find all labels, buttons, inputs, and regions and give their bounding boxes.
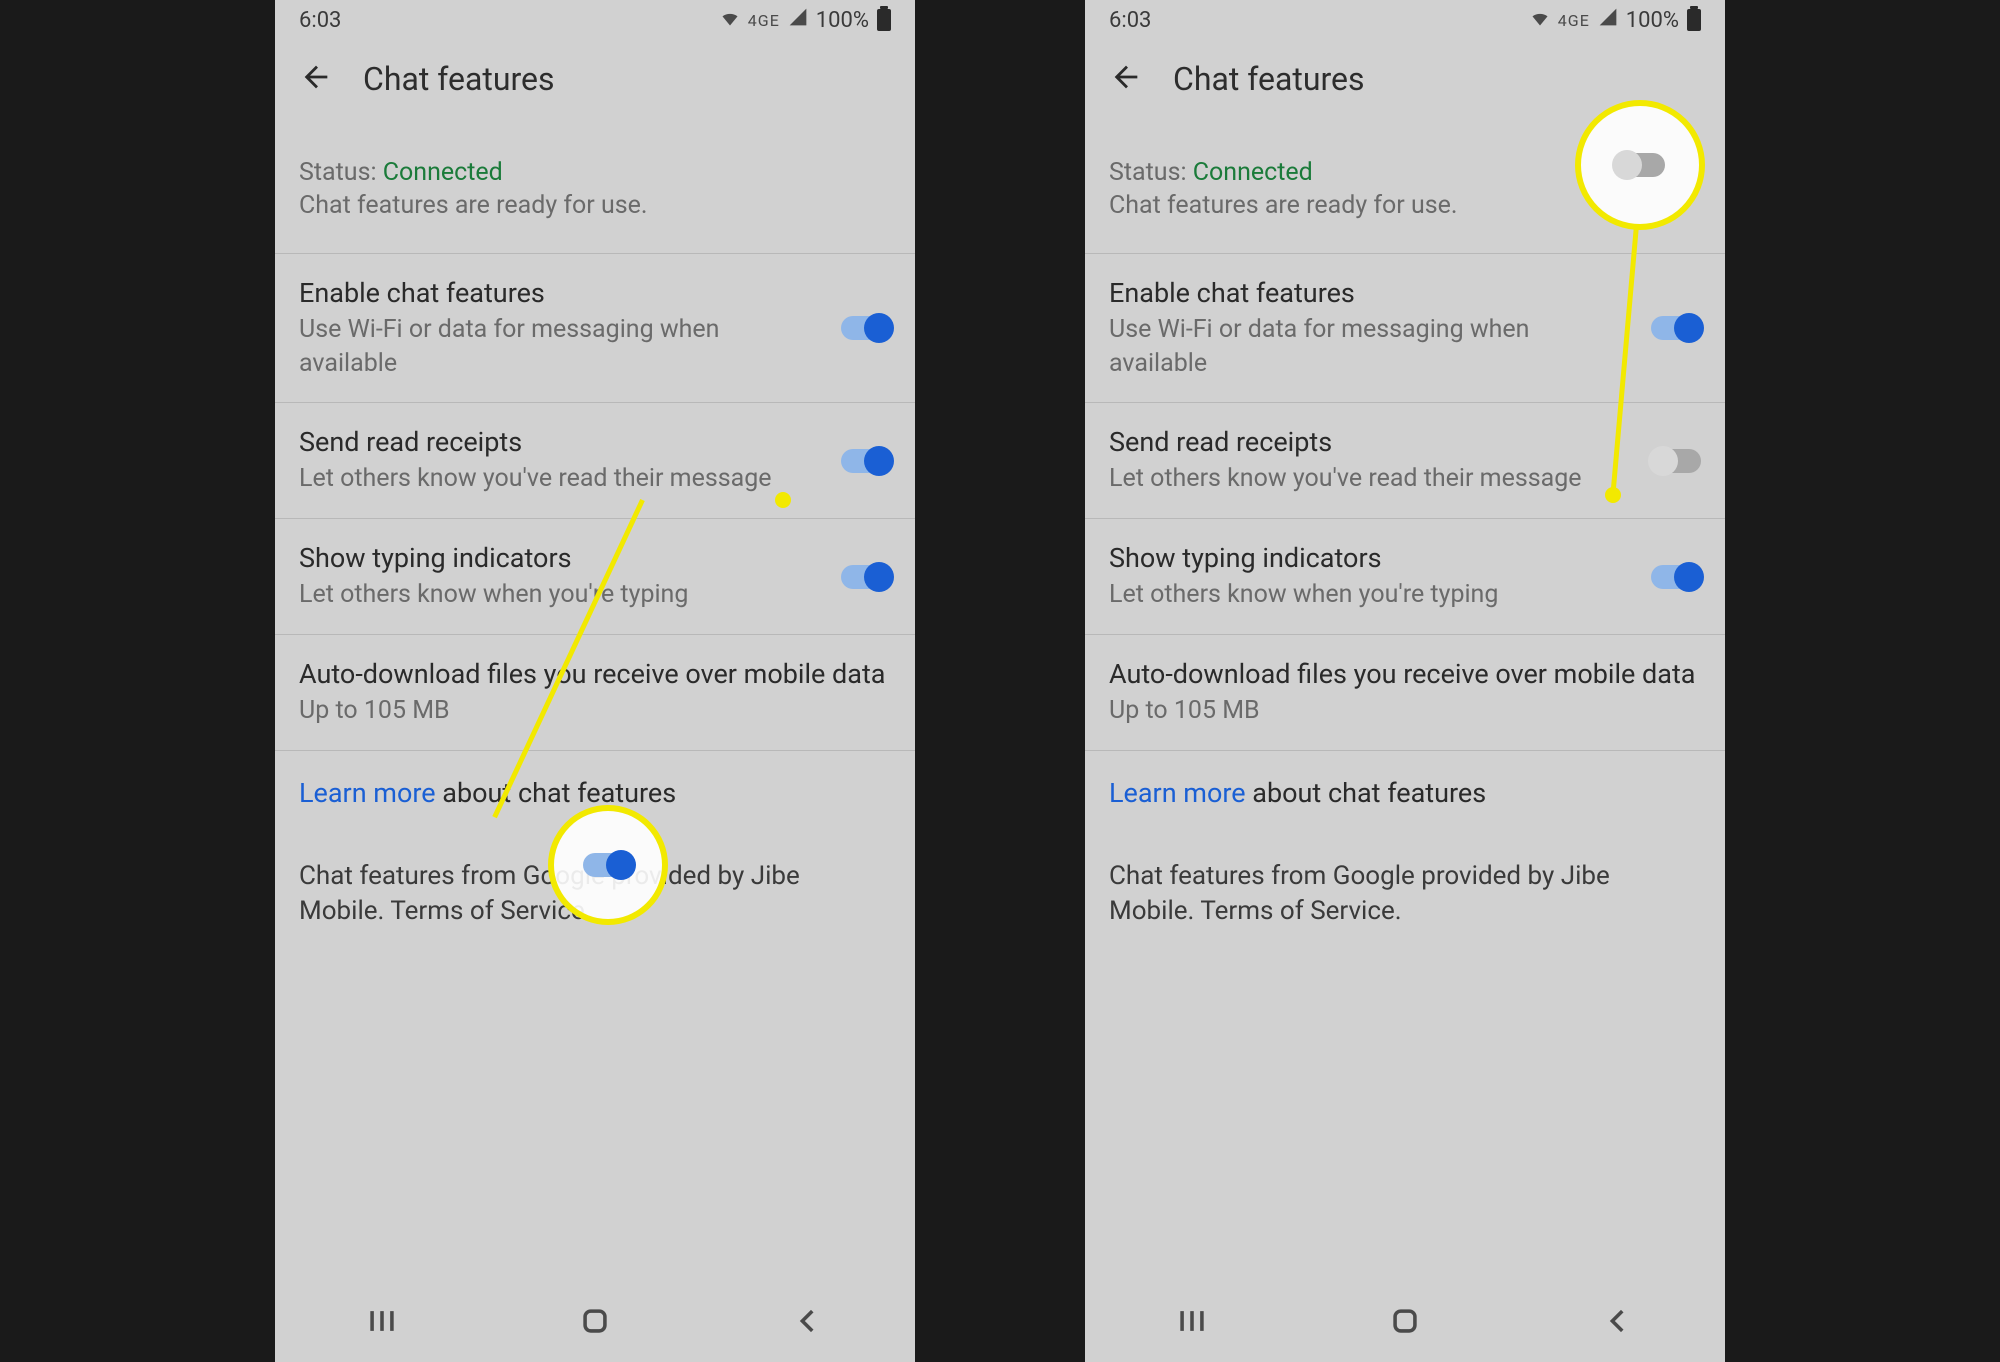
read-receipts-toggle[interactable] [841, 449, 891, 473]
battery-icon [877, 9, 891, 31]
battery-percent: 100% [1626, 8, 1679, 33]
highlight-callout-circle [1575, 100, 1705, 230]
status-bar: 6:03 4GE 100% [1085, 0, 1725, 40]
enable-chat-toggle[interactable] [1651, 316, 1701, 340]
battery-percent: 100% [816, 8, 869, 33]
enable-chat-row[interactable]: Enable chat features Use Wi-Fi or data f… [275, 253, 915, 403]
enable-chat-sub: Use Wi-Fi or data for messaging when ava… [1109, 313, 1631, 381]
status-right: 4GE 100% [1530, 7, 1701, 33]
status-time: 6:03 [299, 8, 341, 33]
highlight-endpoint-dot [775, 492, 791, 508]
auto-download-sub: Up to 105 MB [299, 694, 891, 728]
title-bar: Chat features [275, 40, 915, 118]
provider-text: Chat features from Google provided by Ji… [1085, 835, 1725, 953]
auto-download-title: Auto-download files you receive over mob… [1109, 657, 1701, 692]
read-receipts-title: Send read receipts [1109, 425, 1631, 460]
learn-more-rest: about chat features [436, 777, 677, 809]
typing-indicators-row[interactable]: Show typing indicators Let others know w… [1085, 518, 1725, 634]
typing-title: Show typing indicators [1109, 541, 1631, 576]
learn-more-link[interactable]: Learn more [299, 777, 436, 809]
typing-indicators-row[interactable]: Show typing indicators Let others know w… [275, 518, 915, 634]
typing-sub: Let others know when you're typing [1109, 578, 1631, 612]
battery-icon [1687, 9, 1701, 31]
page-title: Chat features [363, 60, 555, 98]
read-receipts-row[interactable]: Send read receipts Let others know you'v… [275, 402, 915, 518]
home-button[interactable] [1388, 1304, 1422, 1342]
read-receipts-title: Send read receipts [299, 425, 821, 460]
phone-screen-left: 6:03 4GE 100% Chat features Status: Conn… [275, 0, 915, 1362]
enable-chat-toggle[interactable] [841, 316, 891, 340]
android-nav-bar [1085, 1284, 1725, 1362]
status-value: Connected [1193, 158, 1313, 187]
auto-download-row[interactable]: Auto-download files you receive over mob… [1085, 634, 1725, 750]
signal-icon [788, 7, 808, 33]
page-title: Chat features [1173, 60, 1365, 98]
learn-more-rest: about chat features [1246, 777, 1487, 809]
android-nav-bar [275, 1284, 915, 1362]
auto-download-row[interactable]: Auto-download files you receive over mob… [275, 634, 915, 750]
typing-toggle[interactable] [1651, 565, 1701, 589]
back-arrow-icon[interactable] [299, 60, 333, 98]
status-bar: 6:03 4GE 100% [275, 0, 915, 40]
enable-chat-title: Enable chat features [299, 276, 821, 311]
enable-chat-sub: Use Wi-Fi or data for messaging when ava… [299, 313, 821, 381]
recents-button[interactable] [1175, 1304, 1209, 1342]
learn-more-link[interactable]: Learn more [1109, 777, 1246, 809]
signal-icon [1598, 7, 1618, 33]
read-receipts-sub: Let others know you've read their messag… [299, 462, 821, 496]
typing-title: Show typing indicators [299, 541, 821, 576]
read-receipts-sub: Let others know you've read their messag… [1109, 462, 1631, 496]
recents-button[interactable] [365, 1304, 399, 1342]
typing-toggle[interactable] [841, 565, 891, 589]
highlight-callout-circle [548, 805, 668, 925]
status-time: 6:03 [1109, 8, 1151, 33]
status-label: Status: [299, 158, 383, 187]
auto-download-title: Auto-download files you receive over mob… [299, 657, 891, 692]
read-receipts-row[interactable]: Send read receipts Let others know you'v… [1085, 402, 1725, 518]
phone-screen-right: 6:03 4GE 100% Chat features Status: Conn… [1085, 0, 1725, 1362]
wifi-icon [720, 8, 740, 32]
highlight-endpoint-dot [1605, 487, 1621, 503]
network-label: 4GE [748, 11, 780, 30]
wifi-icon [1530, 8, 1550, 32]
learn-more-row: Learn more about chat features [1085, 750, 1725, 835]
status-section: Status: Connected Chat features are read… [275, 128, 915, 253]
enable-chat-title: Enable chat features [1109, 276, 1631, 311]
auto-download-toggle-highlighted[interactable] [583, 853, 633, 877]
read-receipts-toggle[interactable] [1651, 449, 1701, 473]
status-right: 4GE 100% [720, 7, 891, 33]
network-label: 4GE [1558, 11, 1590, 30]
status-value: Connected [383, 158, 503, 187]
typing-sub: Let others know when you're typing [299, 578, 821, 612]
home-button[interactable] [578, 1304, 612, 1342]
read-receipts-toggle-off-highlighted[interactable] [1615, 153, 1665, 177]
back-button[interactable] [1601, 1304, 1635, 1342]
status-sub: Chat features are ready for use. [299, 189, 891, 223]
back-button[interactable] [791, 1304, 825, 1342]
back-arrow-icon[interactable] [1109, 60, 1143, 98]
status-label: Status: [1109, 158, 1193, 187]
auto-download-sub: Up to 105 MB [1109, 694, 1701, 728]
